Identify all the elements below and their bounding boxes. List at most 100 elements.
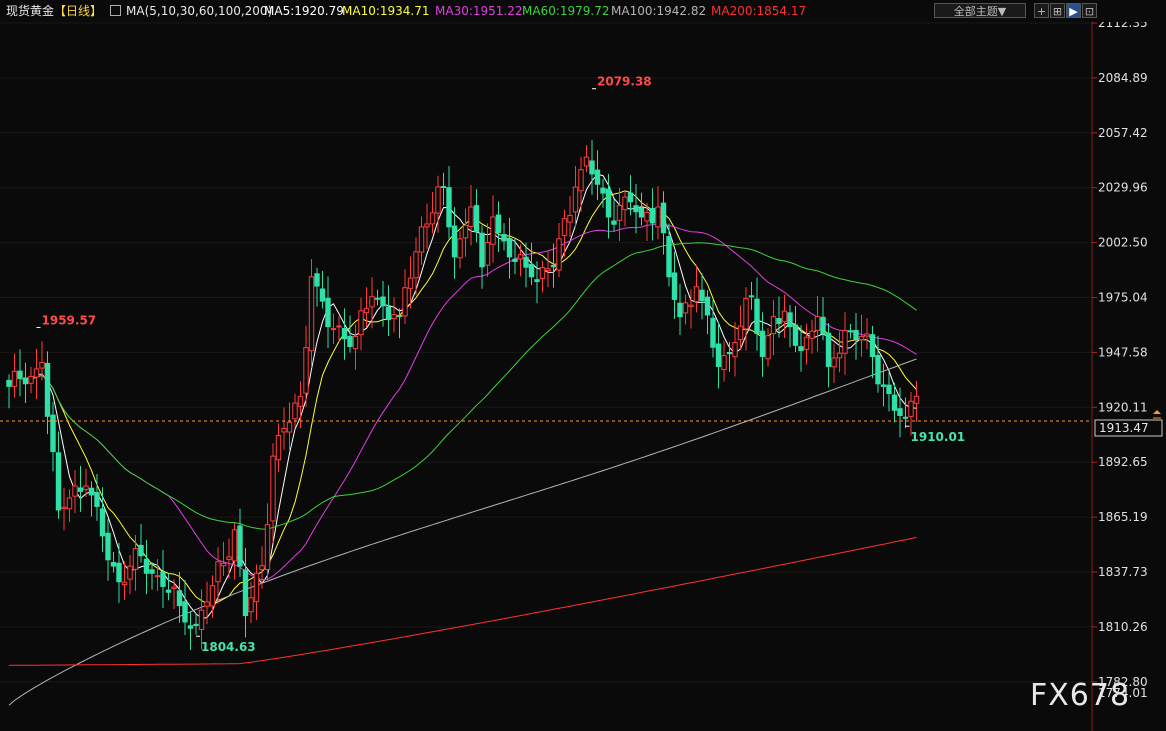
indicator-icon[interactable]	[110, 5, 121, 16]
candle-body	[237, 525, 243, 567]
candle	[501, 223, 507, 251]
candle-body	[275, 435, 282, 461]
candle-body	[204, 601, 210, 607]
period-label[interactable]: 【日线】	[54, 0, 102, 22]
candle-body	[473, 205, 480, 233]
candle	[160, 550, 166, 609]
candle	[143, 540, 150, 595]
candle-body	[369, 296, 375, 308]
candle	[61, 487, 67, 531]
candle-body	[226, 556, 232, 560]
candle-body	[413, 251, 419, 279]
price-tick-label: 1810.26	[1098, 620, 1148, 634]
candle-body	[424, 223, 430, 228]
candle	[781, 294, 788, 339]
candle	[677, 283, 683, 336]
candle	[391, 297, 397, 333]
candle	[352, 324, 359, 370]
candle-body	[55, 452, 62, 511]
candle	[55, 431, 62, 519]
price-tick-label: 1920.11	[1098, 400, 1148, 414]
candle-body	[726, 351, 733, 355]
candle-body	[688, 304, 694, 308]
candle-body	[193, 623, 199, 627]
candle-body	[270, 455, 276, 522]
candle	[792, 306, 799, 353]
candle	[534, 261, 540, 304]
candle	[737, 305, 744, 349]
candle	[187, 612, 194, 651]
candle-body	[759, 330, 766, 357]
candle	[11, 353, 18, 398]
theme-dropdown-button[interactable]: 全部主题▼	[934, 3, 1026, 18]
candle	[578, 156, 584, 212]
candle-body	[264, 524, 271, 570]
candle-body	[501, 234, 507, 242]
candle-body	[154, 575, 161, 578]
candle	[726, 341, 733, 372]
candle-body	[506, 238, 513, 258]
candle-body	[875, 355, 881, 385]
ma100-line	[8, 358, 917, 706]
play-icon[interactable]: ▶	[1066, 3, 1081, 18]
candle-body	[792, 324, 799, 346]
candle	[479, 225, 485, 289]
candle	[22, 362, 29, 404]
candle	[264, 503, 271, 580]
candle	[292, 393, 298, 428]
candle	[193, 613, 199, 635]
candle-body	[765, 335, 771, 360]
candle	[655, 186, 661, 240]
candle	[484, 223, 491, 277]
candle-body	[655, 206, 661, 228]
price-tick-label: 1947.58	[1098, 345, 1148, 359]
annotation-label: 1959.57	[42, 313, 97, 327]
price-tick-label: 1892.65	[1098, 455, 1148, 469]
candle	[50, 402, 56, 472]
candle	[451, 207, 458, 279]
candle	[605, 173, 612, 239]
candle-body	[616, 205, 623, 221]
grid-icon[interactable]: ⊞	[1050, 3, 1065, 18]
candle	[627, 175, 634, 216]
candle	[220, 541, 227, 577]
candle-body	[17, 370, 23, 379]
candle-body	[418, 226, 425, 253]
candle-body	[380, 296, 386, 307]
candle	[116, 542, 122, 603]
price-tick-label: 2002.50	[1098, 236, 1148, 250]
candle-body	[160, 571, 166, 587]
candle	[820, 297, 826, 341]
candle-body	[836, 352, 843, 359]
candle-body	[539, 267, 546, 280]
candle	[336, 316, 342, 342]
candle	[429, 192, 436, 234]
candle-body	[61, 506, 67, 509]
crosshair-icon[interactable]: +	[1034, 3, 1049, 18]
candle-body	[138, 544, 144, 557]
ma10-value: MA10:1934.71	[342, 4, 430, 18]
chart-header: 现货黄金 【日线】 MA(5,10,30,60,100,200) MA5:192…	[0, 0, 1166, 22]
watermark-logo: FX678	[1030, 678, 1131, 713]
candle-body	[314, 273, 320, 287]
candle-body	[22, 377, 29, 385]
candle-body	[358, 310, 364, 336]
zoom-icon[interactable]: ⊡	[1082, 3, 1097, 18]
candle	[869, 325, 876, 379]
price-tick-label: 1975.04	[1098, 291, 1148, 305]
candle	[836, 331, 843, 373]
annotation-label: 1804.63	[201, 640, 256, 654]
candle-body	[396, 315, 403, 318]
candle-body	[457, 238, 463, 259]
candle	[457, 231, 463, 269]
candle	[886, 372, 892, 412]
candle	[215, 547, 221, 604]
candle	[319, 271, 326, 309]
candle-body	[242, 569, 249, 617]
candle-body	[864, 333, 870, 337]
price-tick-label: 2029.96	[1098, 181, 1148, 195]
candle-body	[644, 211, 650, 222]
candle	[154, 559, 161, 591]
candle-body	[385, 306, 392, 321]
candle-body	[198, 609, 205, 630]
